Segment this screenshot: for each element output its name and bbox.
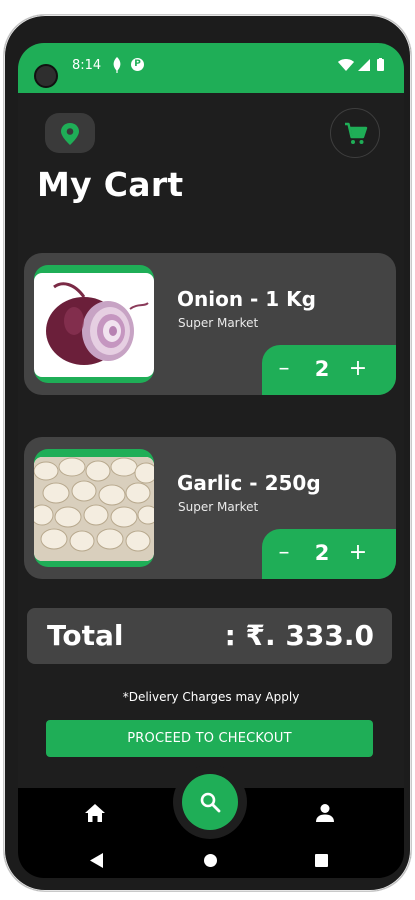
cart-item-card: Garlic - 250g Super Market – 2 + bbox=[24, 437, 396, 579]
status-time: 8:14 bbox=[72, 58, 102, 73]
home-circle-icon[interactable] bbox=[204, 854, 217, 867]
signal-icon bbox=[358, 59, 370, 71]
wifi-icon bbox=[338, 59, 354, 71]
recents-icon[interactable] bbox=[315, 854, 328, 867]
item-store: Super Market bbox=[178, 500, 259, 514]
search-icon bbox=[200, 792, 221, 813]
product-thumbnail bbox=[34, 265, 154, 383]
quantity-stepper: – 2 + bbox=[262, 345, 396, 395]
location-pin-icon bbox=[61, 123, 79, 145]
location-button[interactable] bbox=[45, 113, 95, 153]
total-label: Total bbox=[47, 619, 124, 652]
decrease-quantity-button[interactable]: – bbox=[270, 355, 298, 383]
decrease-quantity-button[interactable]: – bbox=[270, 539, 298, 567]
item-name: Garlic - 250g bbox=[177, 471, 321, 495]
page-title: My Cart bbox=[37, 165, 184, 204]
total-value: : ₹. 333.0 bbox=[224, 619, 374, 652]
product-thumbnail bbox=[34, 449, 154, 567]
back-icon[interactable] bbox=[90, 853, 104, 868]
onion-image bbox=[34, 273, 154, 377]
increase-quantity-button[interactable]: + bbox=[344, 355, 372, 383]
checkout-button[interactable]: PROCEED TO CHECKOUT bbox=[46, 720, 373, 757]
garlic-image bbox=[34, 457, 154, 561]
phone-frame: 8:14 P My Cart Onion - 1 Kg Super Market… bbox=[3, 14, 412, 892]
increase-quantity-button[interactable]: + bbox=[344, 539, 372, 567]
status-system-icons bbox=[338, 58, 384, 71]
search-button[interactable] bbox=[182, 774, 238, 830]
total-bar: Total : ₹. 333.0 bbox=[27, 608, 392, 664]
quantity-stepper: – 2 + bbox=[262, 529, 396, 579]
cart-item-card: Onion - 1 Kg Super Market – 2 + bbox=[24, 253, 396, 395]
home-icon[interactable] bbox=[84, 803, 106, 823]
cart-icon bbox=[345, 122, 368, 144]
item-store: Super Market bbox=[178, 316, 259, 330]
camera-cutout bbox=[34, 64, 58, 88]
item-name: Onion - 1 Kg bbox=[177, 287, 316, 311]
leaf-icon bbox=[113, 57, 121, 73]
p-badge-icon: P bbox=[131, 58, 144, 71]
system-nav bbox=[18, 843, 404, 878]
cart-button[interactable] bbox=[330, 108, 380, 158]
profile-icon[interactable] bbox=[315, 803, 335, 823]
status-bar: 8:14 P bbox=[18, 43, 404, 93]
app-screen: 8:14 P My Cart Onion - 1 Kg Super Market… bbox=[18, 43, 404, 878]
quantity-value: 2 bbox=[314, 357, 330, 381]
quantity-value: 2 bbox=[314, 541, 330, 565]
delivery-note: *Delivery Charges may Apply bbox=[122, 690, 300, 704]
battery-icon bbox=[377, 58, 384, 71]
